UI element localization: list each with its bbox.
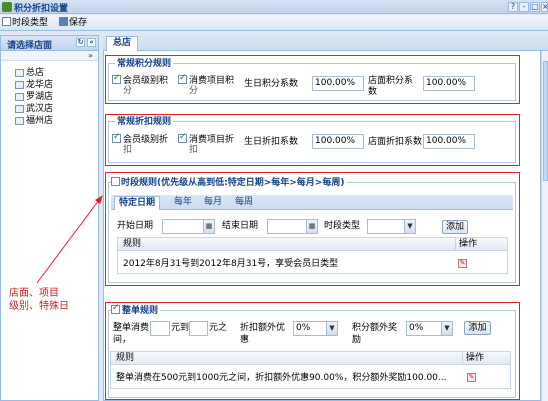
store-panel-header: 请选择店面 ↻ « (1, 36, 98, 51)
annotation-note: 店面、项目 级别、特殊日 (9, 287, 69, 313)
annotation-box (105, 172, 520, 286)
window-title: 积分折扣设置 (14, 4, 69, 14)
store-item[interactable]: 武汉店 (15, 103, 98, 115)
expand-all-button[interactable]: » (1, 51, 98, 61)
period-type-button[interactable]: 时段类型 (2, 17, 48, 29)
scrollbar-thumb[interactable] (543, 61, 548, 181)
vertical-scrollbar[interactable] (541, 51, 548, 401)
store-icon (15, 69, 24, 77)
store-panel-title: 请选择店面 (7, 41, 53, 51)
period-type-label: 时段类型 (12, 18, 49, 28)
maximize-button[interactable]: □ (530, 2, 540, 12)
save-icon (59, 17, 68, 26)
store-label: 总店 (26, 68, 45, 78)
store-item[interactable]: 福州店 (15, 115, 98, 127)
annotation-box (105, 55, 520, 104)
store-label: 武汉店 (26, 104, 54, 114)
collapse-icon[interactable]: « (87, 38, 96, 47)
main-tabstrip: 总店 (103, 35, 548, 51)
store-icon (15, 81, 24, 89)
refresh-icon[interactable]: ↻ (76, 38, 85, 47)
store-icon (15, 117, 24, 125)
store-tree: 总店 龙华店 罗湖店 武汉店 福州店 (1, 61, 98, 127)
app-icon (2, 2, 12, 12)
annotation-line: 店面、项目 (9, 288, 59, 299)
store-label: 龙华店 (26, 80, 54, 90)
annotation-box (105, 302, 520, 400)
annotation-line: 级别、特殊日 (9, 301, 69, 312)
close-button[interactable]: × (541, 2, 548, 12)
save-button[interactable]: 保存 (59, 17, 87, 29)
help-button[interactable]: ? (508, 2, 518, 12)
store-icon (15, 105, 24, 113)
store-item[interactable]: 总店 (15, 67, 98, 79)
clock-icon (2, 17, 11, 26)
save-label: 保存 (69, 18, 88, 28)
store-label: 福州店 (26, 116, 54, 126)
tab-main-store[interactable]: 总店 (106, 36, 139, 51)
store-panel: 请选择店面 ↻ « » 总店 龙华店 罗湖店 武汉店 福州店 (0, 35, 99, 401)
store-item[interactable]: 龙华店 (15, 79, 98, 91)
store-item[interactable]: 罗湖店 (15, 91, 98, 103)
store-icon (15, 93, 24, 101)
minimize-button[interactable]: - (519, 2, 529, 12)
annotation-box (105, 114, 520, 166)
store-label: 罗湖店 (26, 92, 54, 102)
window-titlebar: 积分折扣设置 ? - □ × (0, 0, 548, 14)
toolbar: 时段类型 保存 (0, 15, 548, 31)
